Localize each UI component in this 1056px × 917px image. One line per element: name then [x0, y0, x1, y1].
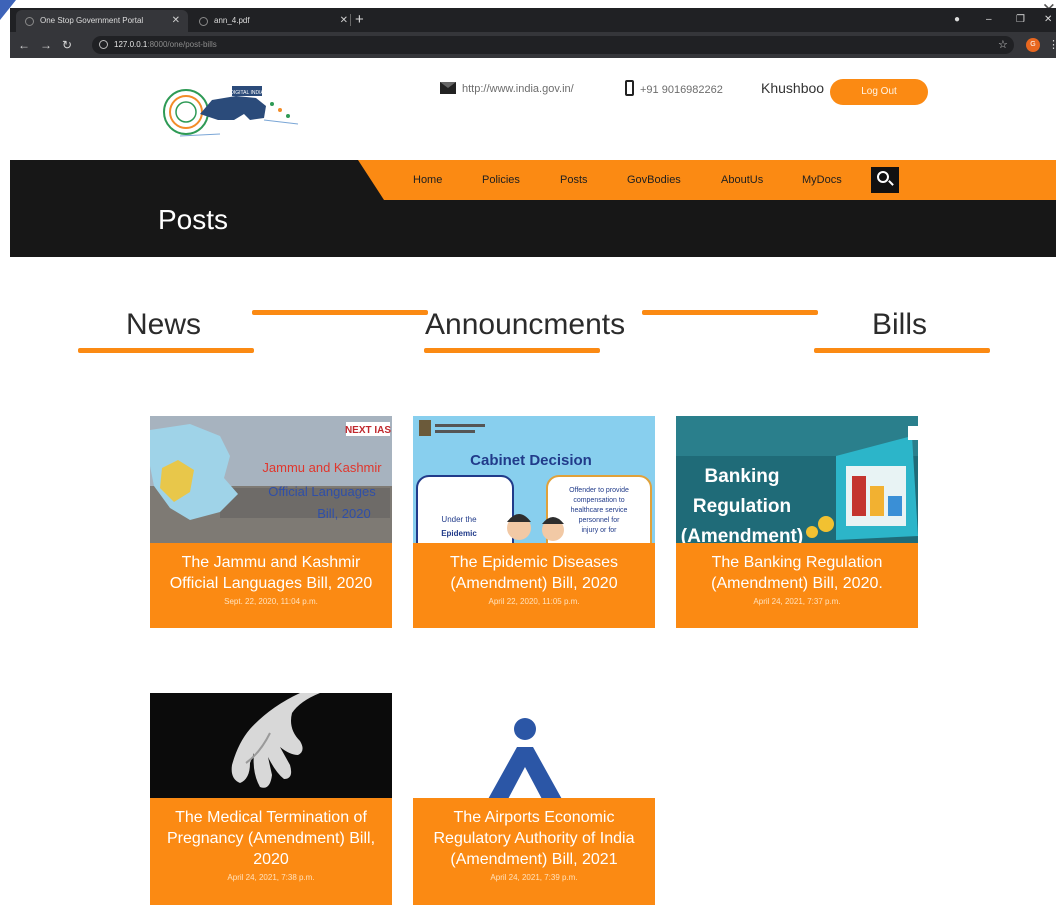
extension-icon[interactable]: G	[1026, 38, 1040, 52]
new-tab-icon[interactable]: +	[355, 8, 364, 32]
card-date: Sept. 22, 2020, 11:04 p.m.	[224, 597, 318, 606]
tab-title: ann_4.pdf	[214, 16, 250, 25]
minimize-icon[interactable]: –	[986, 8, 992, 32]
username: Khushboo	[761, 80, 825, 96]
nav-policies[interactable]: Policies	[482, 174, 520, 186]
card-caption: The Medical Termination of Pregnancy (Am…	[150, 798, 392, 905]
tab-close-icon[interactable]: ✕	[340, 10, 348, 32]
tab-strip: One Stop Government Portal ✕ ann_4.pdf ✕…	[10, 8, 1056, 32]
tab-overline	[252, 310, 428, 315]
thumb-line: Under the	[441, 515, 477, 524]
tab-close-icon[interactable]: ✕	[172, 10, 180, 32]
card-title[interactable]: The Medical Termination of Pregnancy (Am…	[150, 807, 392, 870]
tab-overline	[642, 310, 818, 315]
bill-card[interactable]: The Medical Termination of Pregnancy (Am…	[150, 693, 392, 905]
card-title[interactable]: The Jammu and Kashmir Official Languages…	[150, 552, 392, 594]
hero-banner: Home Policies Posts GovBodies AboutUs My…	[10, 160, 1056, 257]
forward-icon[interactable]: →	[40, 32, 52, 58]
card-date: April 24, 2021, 7:37 p.m.	[753, 597, 841, 606]
card-title[interactable]: The Epidemic Diseases (Amendment) Bill, …	[413, 552, 655, 594]
nav-posts[interactable]: Posts	[560, 174, 588, 186]
bill-card[interactable]: The Airports Economic Regulatory Authori…	[413, 693, 655, 905]
contact-phone[interactable]: +91 9016982262	[625, 80, 723, 98]
card-title[interactable]: The Airports Economic Regulatory Authori…	[413, 807, 655, 870]
menu-kebab-icon[interactable]: ⋮	[1048, 32, 1056, 58]
card-caption: The Epidemic Diseases (Amendment) Bill, …	[413, 543, 655, 628]
thumb-line: Banking	[705, 466, 780, 487]
website-text: http://www.india.gov.in/	[462, 83, 574, 95]
tab-underline	[78, 348, 254, 353]
thumb-line: Bill, 2020	[317, 506, 370, 521]
bill-card[interactable]: NEXT IAS Jammu and Kashmir Official Lang…	[150, 416, 392, 628]
bill-card[interactable]: Banking Regulation (Amendment) The Banki…	[676, 416, 918, 628]
tab-bills[interactable]: Bills	[872, 308, 927, 342]
phone-icon	[625, 80, 634, 96]
page-title: Posts	[158, 204, 229, 235]
card-date: April 22, 2020, 11:05 p.m.	[488, 597, 580, 606]
logout-button[interactable]: Log Out	[830, 79, 928, 105]
maximize-icon[interactable]: ❐	[1016, 8, 1025, 32]
tab-inactive[interactable]: ann_4.pdf ✕	[190, 10, 356, 32]
back-icon[interactable]: ←	[18, 32, 30, 58]
window-close-icon[interactable]: ✕	[1044, 8, 1052, 32]
tab-underline	[424, 348, 600, 353]
search-button[interactable]	[871, 167, 899, 193]
nav-home[interactable]: Home	[413, 174, 442, 186]
envelope-icon	[440, 82, 456, 95]
thumb-line: personnel for	[579, 517, 621, 524]
thumb-line: Epidemic	[441, 529, 477, 538]
thumb-line: Offender to provide	[569, 487, 629, 494]
tab-underline	[814, 348, 990, 353]
thumb-line: compensation to	[573, 497, 624, 504]
thumb-badge: NEXT IAS	[345, 425, 391, 436]
card-thumbnail	[413, 693, 655, 801]
thumb-line: Cabinet Decision	[470, 452, 592, 469]
nav-mydocs[interactable]: MyDocs	[802, 174, 842, 186]
browser-toolbar: ← → ↻ 127.0.0.1:8000/one/post-bills ☆ G …	[10, 32, 1056, 58]
digital-india-logo[interactable]: DIGITAL INDIA	[160, 74, 310, 146]
favicon-icon	[25, 17, 34, 26]
tab-news[interactable]: News	[126, 308, 201, 342]
card-caption: The Jammu and Kashmir Official Languages…	[150, 543, 392, 628]
address-bar[interactable]: 127.0.0.1:8000/one/post-bills	[92, 36, 1014, 54]
phone-text: +91 9016982262	[640, 83, 723, 96]
main-nav: Home Policies Posts GovBodies AboutUs My…	[358, 160, 1056, 200]
card-caption: The Airports Economic Regulatory Authori…	[413, 798, 655, 905]
tab-announcements[interactable]: Announcments	[425, 308, 625, 342]
card-date: April 24, 2021, 7:38 p.m.	[227, 873, 315, 882]
card-thumbnail	[150, 693, 392, 801]
tab-separator	[350, 14, 351, 26]
logo-graphic: DIGITAL INDIA	[163, 86, 299, 137]
card-thumbnail: Banking Regulation (Amendment)	[676, 416, 918, 546]
nav-govbodies[interactable]: GovBodies	[627, 174, 681, 186]
tab-active[interactable]: One Stop Government Portal ✕	[16, 10, 188, 32]
bill-card[interactable]: Cabinet Decision Offender to provide com…	[413, 416, 655, 628]
thumb-line: Jammu and Kashmir	[262, 460, 382, 475]
reload-icon[interactable]: ↻	[62, 32, 72, 58]
card-caption: The Banking Regulation (Amendment) Bill,…	[676, 543, 918, 628]
logo-text: DIGITAL INDIA	[230, 90, 264, 96]
url-path: :8000/one/post-bills	[147, 40, 217, 49]
card-title[interactable]: The Banking Regulation (Amendment) Bill,…	[676, 552, 918, 594]
thumb-line: Regulation	[693, 496, 791, 517]
url-host: 127.0.0.1	[114, 40, 148, 49]
thumb-line: injury or for	[581, 527, 617, 534]
nav-aboutus[interactable]: AboutUs	[721, 174, 763, 186]
browser-window: One Stop Government Portal ✕ ann_4.pdf ✕…	[10, 8, 1056, 58]
favicon-icon	[199, 17, 208, 26]
thumb-line: healthcare service	[571, 507, 628, 514]
site-info-icon[interactable]	[99, 40, 108, 49]
card-thumbnail: Cabinet Decision Offender to provide com…	[413, 416, 655, 546]
tab-title: One Stop Government Portal	[40, 16, 144, 25]
card-date: April 24, 2021, 7:39 p.m.	[490, 873, 578, 882]
card-thumbnail: NEXT IAS Jammu and Kashmir Official Lang…	[150, 416, 392, 546]
bookmark-star-icon[interactable]: ☆	[998, 32, 1008, 58]
thumb-line: Official Languages	[268, 484, 376, 499]
profile-icon[interactable]: ●	[954, 8, 960, 32]
contact-website[interactable]: http://www.india.gov.in/	[440, 82, 574, 96]
